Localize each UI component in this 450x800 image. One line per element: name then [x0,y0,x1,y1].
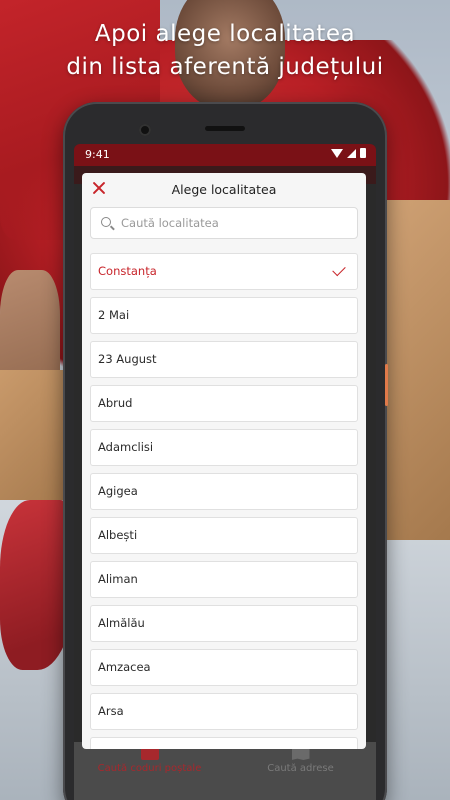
phone-screen: 9:41 Caută coduri poștale Caută adrese A… [74,144,376,800]
wifi-icon [331,148,343,158]
list-item[interactable]: 2 Mai [90,297,358,334]
status-bar: 9:41 [74,144,376,166]
list-item-partial[interactable] [90,737,358,749]
checkmark-icon [332,262,346,277]
list-item-label: Abrud [98,396,133,410]
list-item-label: Aliman [98,572,138,586]
list-item-label: 2 Mai [98,308,130,322]
status-time: 9:41 [85,148,110,161]
list-item-selected[interactable]: Constanța [90,253,358,290]
nav-item-label: Caută adrese [267,763,334,774]
list-item-label: Almălău [98,616,145,630]
locality-picker-dialog: Alege localitatea Constanța 2 Mai 23 Aug… [82,173,366,749]
list-item-label: 23 August [98,352,157,366]
signal-icon [347,148,356,158]
list-item[interactable]: Abrud [90,385,358,422]
status-icons [331,148,366,158]
speaker-grille [205,126,245,131]
promo-headline-line2: din lista aferentă județului [66,54,384,80]
list-item-label: Amzacea [98,660,151,674]
list-item[interactable]: 23 August [90,341,358,378]
list-item-label: Agigea [98,484,138,498]
locality-list: Constanța 2 Mai 23 August Abrud Adamclis… [90,253,358,749]
list-item[interactable]: Albești [90,517,358,554]
list-item[interactable]: Aliman [90,561,358,598]
list-item-label: Adamclisi [98,440,154,454]
search-input[interactable] [121,208,351,238]
nav-item-postal-codes[interactable]: Caută coduri poștale [74,746,225,774]
list-item[interactable]: Arsa [90,693,358,730]
background-parcel-left [0,370,70,500]
dialog-title: Alege localitatea [171,182,277,197]
nav-item-label: Caută coduri poștale [97,763,202,774]
list-item[interactable]: Adamclisi [90,429,358,466]
camera-icon [139,124,151,136]
search-icon [101,217,111,227]
background-parcel-right [380,200,450,540]
list-item-label: Constanța [98,264,157,278]
promo-headline: Apoi alege localitatea din lista aferent… [0,18,450,84]
list-item-label: Albești [98,528,138,542]
phone-frame: 9:41 Caută coduri poștale Caută adrese A… [63,102,388,800]
side-button [385,364,388,406]
promo-headline-line1: Apoi alege localitatea [94,21,356,47]
list-item[interactable]: Agigea [90,473,358,510]
search-field[interactable] [90,207,358,239]
list-item-label: Arsa [98,704,124,718]
bottom-navigation: Caută coduri poștale Caută adrese [74,742,376,800]
dialog-header: Alege localitatea [82,173,366,205]
list-item[interactable]: Amzacea [90,649,358,686]
list-item[interactable]: Almălău [90,605,358,642]
battery-icon [360,148,366,158]
nav-item-addresses[interactable]: Caută adrese [225,746,376,774]
